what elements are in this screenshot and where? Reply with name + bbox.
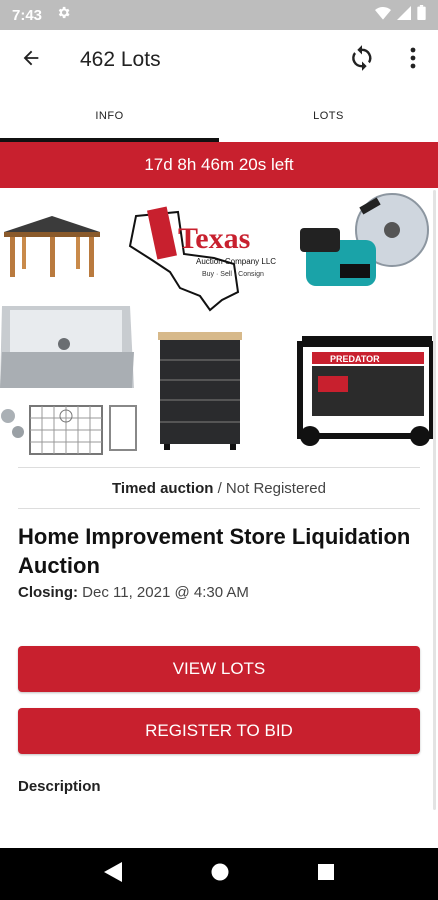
scrollbar[interactable] [433,190,436,810]
closing-line: Closing: Dec 11, 2021 @ 4:30 AM [18,584,249,601]
app-bar: 462 Lots [0,30,438,90]
wifi-icon [375,6,391,25]
divider [18,467,420,468]
tool-cabinet-image [158,332,242,450]
nav-back-icon[interactable] [104,861,123,887]
tab-info[interactable]: INFO [0,90,219,142]
logo-tagline: Buy · Sell · Consign [202,271,264,278]
status-time: 7:43 [12,6,43,24]
gear-icon [56,5,71,25]
back-button[interactable] [0,30,62,90]
refresh-icon [348,44,376,77]
auction-title: Home Improvement Store Liquidation Aucti… [18,524,411,578]
generator-brand: PREDATOR [330,354,380,364]
auction-type-line: Timed auction / Not Registered [0,480,438,497]
back-arrow-icon [20,47,42,74]
tab-lots[interactable]: LOTS [219,90,438,142]
power-saw-image [300,193,429,286]
logo-brand: Texas [178,222,250,255]
view-lots-button[interactable]: VIEW LOTS [18,646,420,692]
status-bar: 7:43 [0,0,438,30]
system-nav-bar [0,848,438,900]
sink-grid-image [1,405,137,455]
signal-icon [397,5,411,25]
more-vert-icon [410,47,416,74]
nav-recents-icon[interactable] [317,863,334,885]
countdown-timer: 17d 8h 46m 20s left [0,142,438,188]
closing-date: Dec 11, 2021 @ 4:30 AM [82,584,249,601]
tab-bar: INFO LOTS [0,90,438,142]
register-to-bid-button[interactable]: REGISTER TO BID [18,708,420,754]
kitchen-sink-image [0,306,134,388]
page-title: 462 Lots [80,48,161,71]
closing-label: Closing: [18,584,78,601]
refresh-button[interactable] [342,40,382,80]
texas-auction-logo: Texas Auction Company LLC Buy · Sell · C… [128,206,276,312]
more-options-button[interactable] [396,40,430,80]
description-heading: Description [18,778,101,795]
logo-company: Auction Company LLC [196,257,276,266]
registration-status: / Not Registered [217,480,326,497]
battery-icon [417,5,426,25]
generator-image: PREDATOR [297,336,435,446]
auction-collage-image: Texas Auction Company LLC Buy · Sell · C… [0,188,438,460]
auction-type: Timed auction [112,480,214,497]
nav-home-icon[interactable] [211,863,229,886]
divider [18,508,420,509]
gazebo-image [4,216,100,277]
